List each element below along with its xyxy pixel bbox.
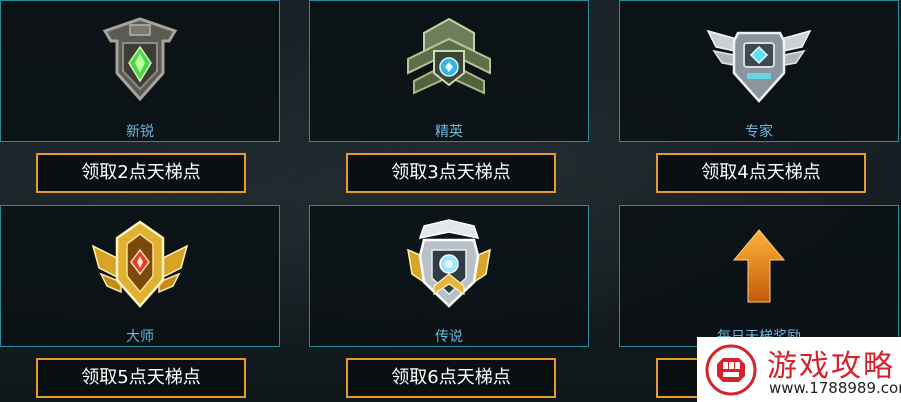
orange-up-arrow-icon bbox=[704, 216, 814, 311]
site-watermark: 游戏攻略 www.1788989.com bbox=[697, 337, 901, 402]
rank-card-dashi: 大师 bbox=[0, 205, 280, 347]
gamepad-fist-logo-icon bbox=[705, 344, 757, 396]
claim-5-points-button[interactable]: 领取5点天梯点 bbox=[36, 358, 246, 398]
rank-name: 专家 bbox=[745, 124, 773, 140]
gold-winged-emblem-icon bbox=[85, 216, 195, 311]
claim-2-points-button[interactable]: 领取2点天梯点 bbox=[36, 153, 246, 193]
claim-4-points-button[interactable]: 领取4点天梯点 bbox=[656, 153, 866, 193]
rank-card-chuanshuo: 传说 bbox=[309, 205, 589, 347]
claim-3-points-button[interactable]: 领取3点天梯点 bbox=[346, 153, 556, 193]
rank-card-zhuanjia: 专家 bbox=[619, 0, 899, 142]
claim-6-points-button[interactable]: 领取6点天梯点 bbox=[346, 358, 556, 398]
green-chevron-emblem-icon bbox=[394, 11, 504, 106]
rank-name: 精英 bbox=[435, 124, 463, 140]
rank-card-jingying: 精英 bbox=[309, 0, 589, 142]
watermark-url: www.1788989.com bbox=[769, 379, 901, 397]
bronze-shield-emblem-icon bbox=[85, 11, 195, 106]
rank-card-xinrui: 新锐 bbox=[0, 0, 280, 142]
rank-name: 新锐 bbox=[126, 124, 154, 140]
rank-name: 大师 bbox=[126, 329, 154, 345]
gold-silver-crest-emblem-icon bbox=[394, 216, 504, 311]
silver-winged-emblem-icon bbox=[704, 11, 814, 106]
rank-card-daily-reward: 每日天梯奖励 bbox=[619, 205, 899, 347]
rank-name: 传说 bbox=[435, 329, 463, 345]
